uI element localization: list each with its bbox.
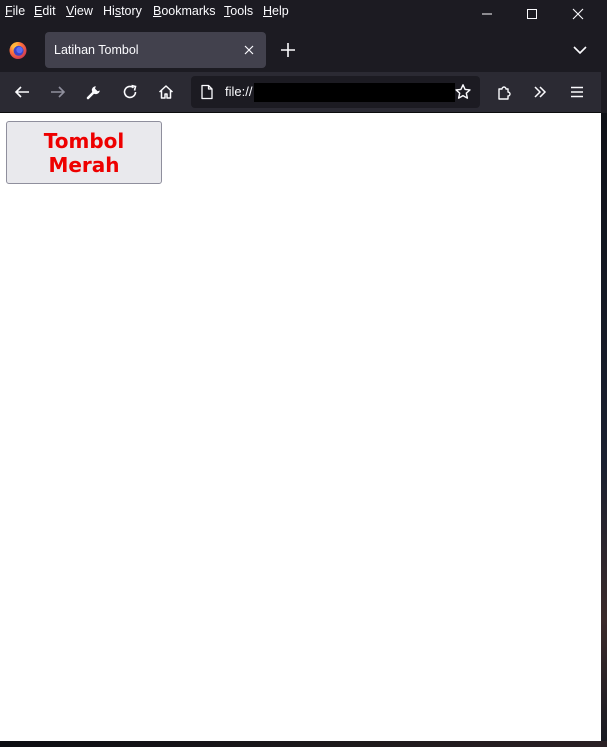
bookmark-star-icon[interactable] <box>454 83 472 101</box>
overflow-chevrons-icon <box>531 83 549 101</box>
minimize-icon <box>481 8 493 20</box>
list-all-tabs-icon[interactable] <box>571 41 589 59</box>
tools-button[interactable] <box>82 80 106 104</box>
desktop-wallpaper-bottom <box>0 741 607 747</box>
tab-close-icon[interactable] <box>241 42 257 58</box>
url-text[interactable]: file:// <box>225 84 252 100</box>
red-button[interactable]: Tombol Merah <box>6 121 162 184</box>
minimize-button[interactable] <box>464 0 510 28</box>
menu-bar: File Edit View History Bookmarks Tools H… <box>0 0 601 26</box>
menu-edit[interactable]: Edit <box>34 3 56 19</box>
maximize-button[interactable] <box>509 0 555 28</box>
menu-file[interactable]: File <box>5 3 25 19</box>
new-tab-icon[interactable] <box>279 41 297 59</box>
home-icon <box>157 83 175 101</box>
maximize-icon <box>526 8 538 20</box>
menu-bookmarks[interactable]: Bookmarks <box>153 3 216 19</box>
forward-button[interactable] <box>46 80 70 104</box>
extensions-icon <box>496 83 514 101</box>
menu-history[interactable]: History <box>103 3 142 19</box>
browser-window: File Edit View History Bookmarks Tools H… <box>0 0 601 741</box>
url-redacted-block <box>254 83 455 102</box>
hamburger-menu-icon <box>568 83 586 101</box>
menu-help[interactable]: Help <box>263 3 289 19</box>
app-menu-button[interactable] <box>565 80 589 104</box>
back-arrow-icon <box>13 83 31 101</box>
back-button[interactable] <box>10 80 34 104</box>
close-window-button[interactable] <box>555 0 601 28</box>
tab-latihan-tombol[interactable]: Latihan Tombol <box>45 32 266 68</box>
close-icon <box>572 8 584 20</box>
menu-view[interactable]: View <box>66 3 93 19</box>
wrench-icon <box>85 83 103 101</box>
page-content: Tombol Merah <box>0 113 601 741</box>
desktop-wallpaper <box>601 113 607 747</box>
home-button[interactable] <box>154 80 178 104</box>
navigation-toolbar: file:// <box>0 72 601 112</box>
page-icon <box>199 84 215 100</box>
extensions-button[interactable] <box>493 80 517 104</box>
menu-tools[interactable]: Tools <box>224 3 253 19</box>
tab-strip: Latihan Tombol <box>0 26 601 72</box>
tab-title: Latihan Tombol <box>54 43 139 57</box>
reload-icon <box>121 83 139 101</box>
more-tools-button[interactable] <box>528 80 552 104</box>
firefox-logo-icon[interactable] <box>8 40 28 60</box>
reload-button[interactable] <box>118 80 142 104</box>
address-bar[interactable]: file:// <box>191 76 480 108</box>
forward-arrow-icon <box>49 83 67 101</box>
